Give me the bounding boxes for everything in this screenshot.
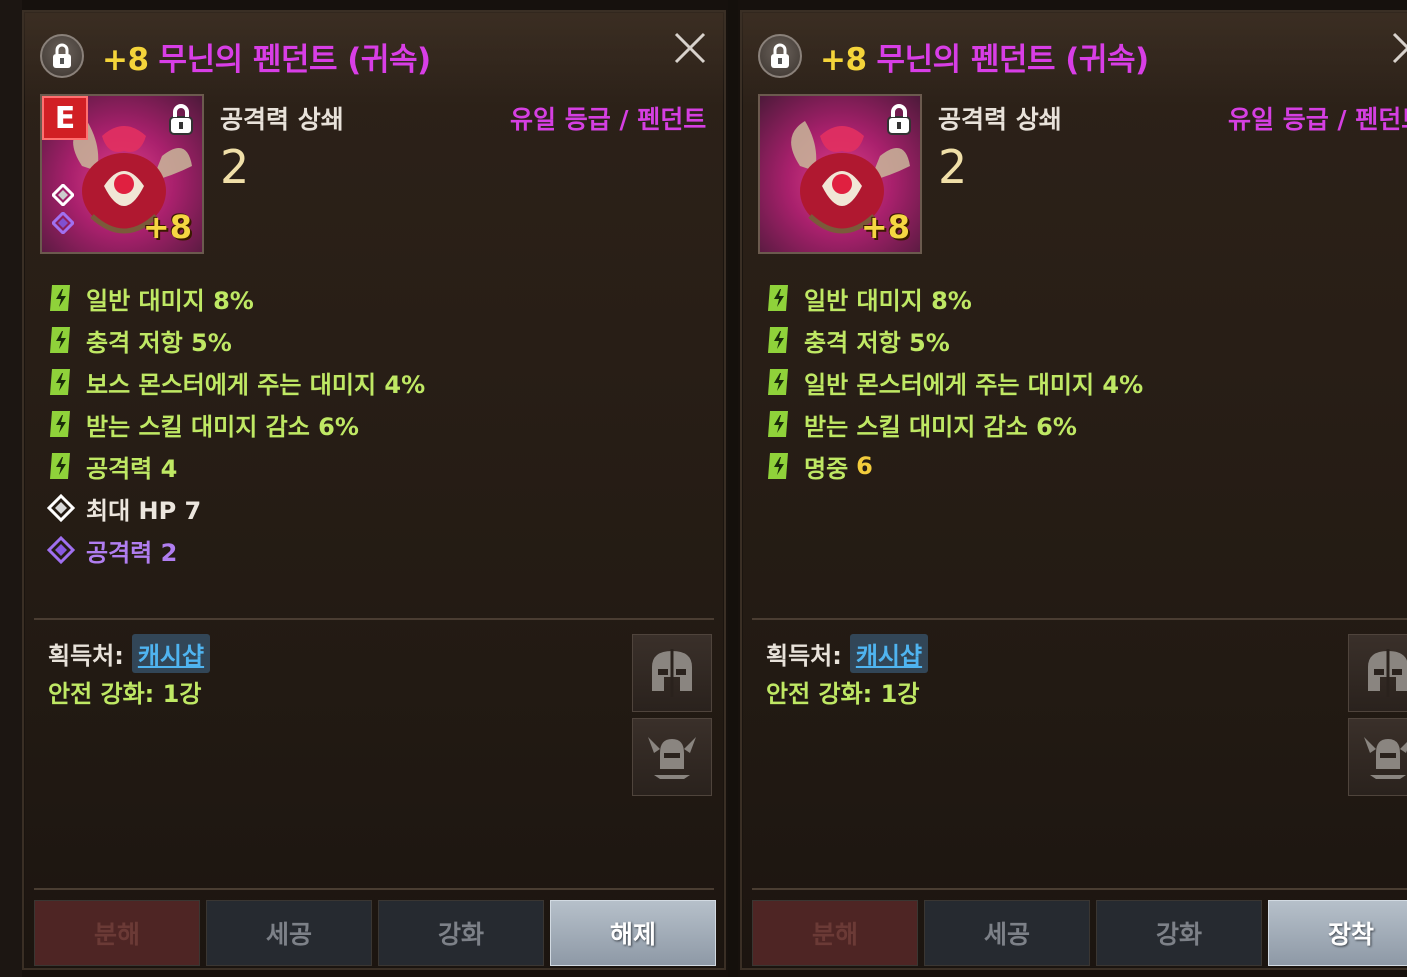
item-title: +8 무닌의 펜던트 (귀속) [820,34,1149,79]
title-enhance-level: +8 [102,42,149,78]
option-row: 일반 대미지 8% [46,277,425,319]
green-rune-icon [764,325,794,355]
lock-icon[interactable] [758,34,802,78]
disassemble-button[interactable]: 분해 [752,900,918,966]
option-list: 일반 대미지 8% 충격 저항 5% 보스 몬스터에게 주는 대미지 4% 받는… [46,277,425,571]
option-row: 일반 몬스터에게 주는 대미지 4% [764,361,1143,403]
slot-marks [52,184,74,234]
purple-diamond-icon [52,212,74,234]
appearance-button[interactable] [1348,718,1407,796]
close-icon [674,32,706,64]
compare-button[interactable] [632,634,712,712]
source-row: 획득처: 캐시샵 [48,633,211,673]
item-icon[interactable]: +8 [758,94,922,254]
option-row: 공격력 4 [46,445,425,487]
disassemble-button[interactable]: 분해 [34,900,200,966]
enhance-button[interactable]: 강화 [378,900,544,966]
divider [34,618,714,620]
source-label: 획득처: [48,641,124,670]
option-row: 명중 6 [764,445,1143,487]
equip-button[interactable]: 장착 [1268,900,1407,966]
green-rune-icon [46,283,76,313]
close-button[interactable] [670,28,710,68]
source-label: 획득처: [766,641,842,670]
option-row: 받는 스킬 대미지 감소 6% [764,403,1143,445]
unequip-button[interactable]: 해제 [550,900,716,966]
action-buttons: 분해 세공 강화 장착 [752,900,1407,966]
winged-helmet-icon [1364,737,1407,779]
stat-value: 2 [220,140,250,194]
option-list: 일반 대미지 8% 충격 저항 5% 일반 몬스터에게 주는 대미지 4% 받는… [764,277,1143,487]
option-row: 충격 저항 5% [764,319,1143,361]
green-rune-icon [764,367,794,397]
item-lock-icon [886,104,912,140]
source-section: 획득처: 캐시샵 안전 강화: 1강 [48,633,211,710]
option-row: 받는 스킬 대미지 감소 6% [46,403,425,445]
engrave-button[interactable]: 세공 [206,900,372,966]
stat-label: 공격력 상쇄 [938,105,1062,134]
close-button[interactable] [1388,28,1407,68]
item-icon[interactable]: E +8 [40,94,204,254]
green-rune-icon [764,283,794,313]
stat-value: 2 [938,140,968,194]
item-enhance-level: +8 [860,208,910,246]
option-row: 일반 대미지 8% [764,277,1143,319]
appearance-button[interactable] [632,718,712,796]
engrave-button[interactable]: 세공 [924,900,1090,966]
divider [752,888,1407,890]
green-rune-icon [46,409,76,439]
close-icon [1392,32,1407,64]
item-lock-icon [168,104,194,140]
panel-gap [728,0,738,977]
option-value: 6 [856,452,873,480]
title-item-name: 무닌의 펜던트 (귀속) [158,42,432,78]
stat-label: 공격력 상쇄 [220,105,344,134]
item-enhance-level: +8 [142,208,192,246]
green-rune-icon [46,367,76,397]
safe-enhance-text: 안전 강화: 1강 [48,679,202,708]
purple-diamond-icon [46,535,76,565]
option-row: 충격 저항 5% [46,319,425,361]
lock-icon[interactable] [40,34,84,78]
title-item-name: 무닌의 펜던트 (귀속) [876,42,1150,78]
helmet-compare-icon [1368,649,1407,697]
option-row: 최대 HP 7 [46,487,425,529]
divider [34,888,714,890]
winged-helmet-icon [648,737,696,779]
grade-label: 유일 등급 / 펜던트 [1228,105,1407,134]
source-link-cashshop[interactable]: 캐시샵 [849,633,929,673]
compare-button[interactable] [1348,634,1407,712]
item-title: +8 무닌의 펜던트 (귀속) [102,34,431,79]
enhance-button[interactable]: 강화 [1096,900,1262,966]
white-diamond-icon [52,184,74,206]
safe-enhance-text: 안전 강화: 1강 [766,679,920,708]
helmet-compare-icon [652,649,692,697]
background-edge [0,0,22,977]
item-tooltip-left: +8 무닌의 펜던트 (귀속) E +8 공격력 상쇄 2 유일 등급 / 펜던트… [22,10,726,970]
option-row: 공격력 2 [46,529,425,571]
source-section: 획득처: 캐시샵 안전 강화: 1강 [766,633,929,710]
source-row: 획득처: 캐시샵 [766,633,929,673]
option-row: 보스 몬스터에게 주는 대미지 4% [46,361,425,403]
green-rune-icon [46,451,76,481]
action-buttons: 분해 세공 강화 해제 [34,900,716,966]
green-rune-icon [46,325,76,355]
item-tooltip-right: +8 무닌의 펜던트 (귀속) +8 공격력 상쇄 2 유일 등급 / 펜던트 일… [740,10,1407,970]
title-enhance-level: +8 [820,42,867,78]
green-rune-icon [764,409,794,439]
green-rune-icon [764,451,794,481]
tier-badge: E [42,96,88,140]
grade-label: 유일 등급 / 펜던트 [510,105,707,134]
source-link-cashshop[interactable]: 캐시샵 [131,633,211,673]
white-diamond-icon [46,493,76,523]
divider [752,618,1407,620]
